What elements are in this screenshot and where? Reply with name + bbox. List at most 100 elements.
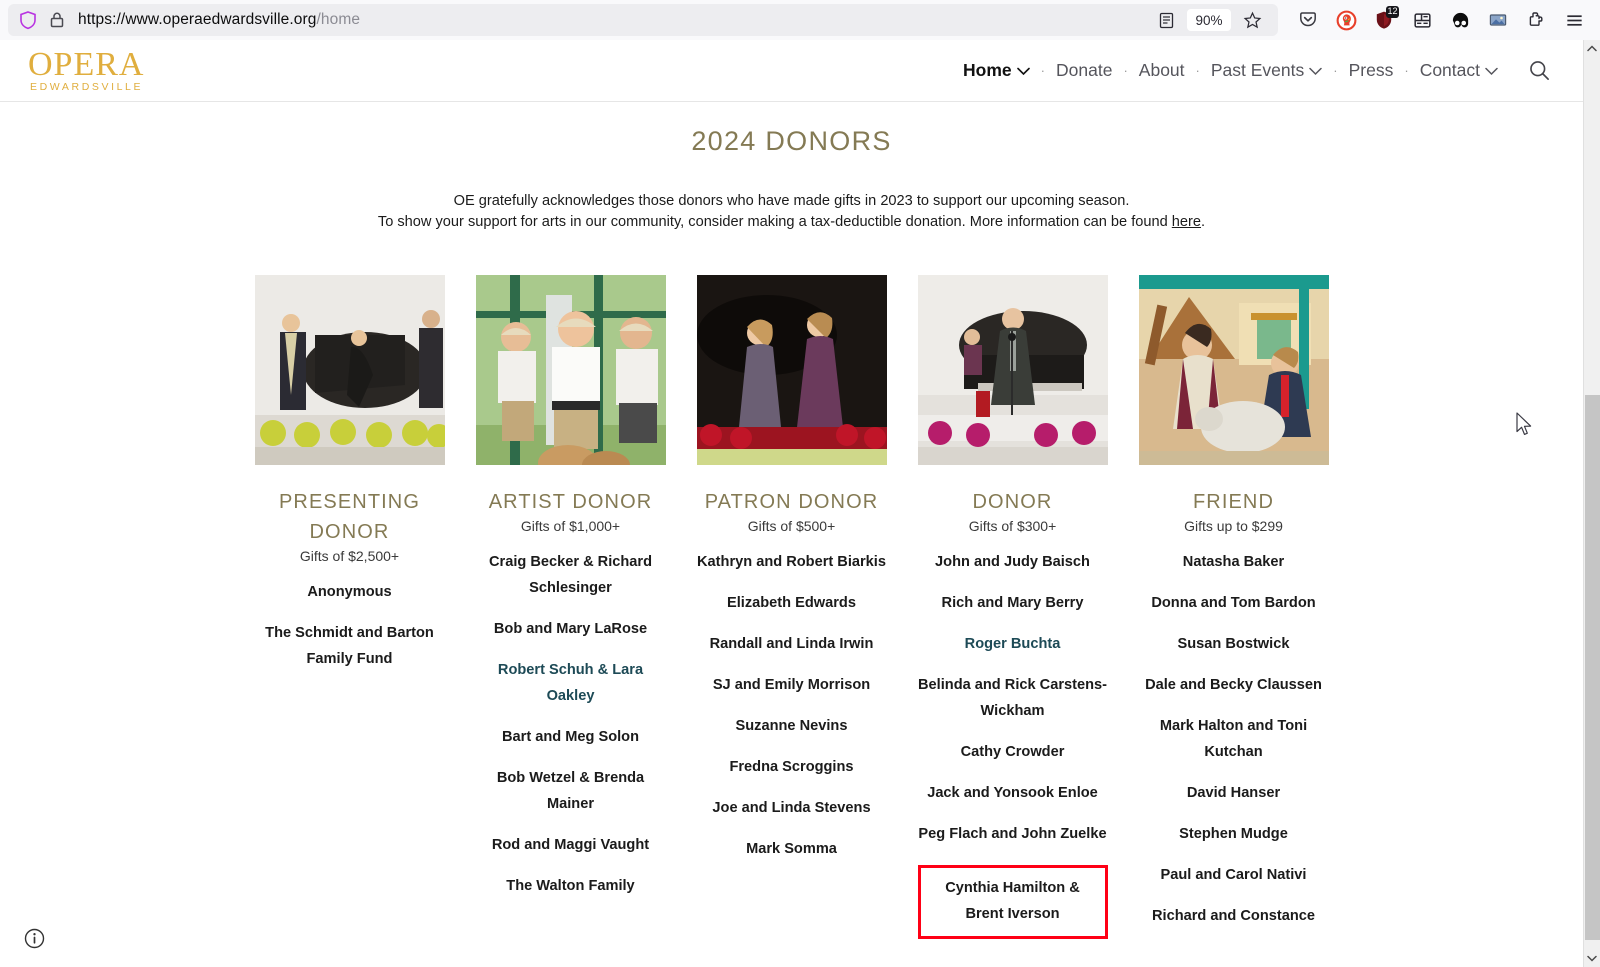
nav-label-press: Press <box>1348 60 1394 80</box>
donor-name: Peg Flach and John Zuelke <box>918 826 1107 842</box>
donor-column-artist: ARTIST DONOR Gifts of $1,000+ Craig Beck… <box>475 275 666 939</box>
donor-column-presenting: PRESENTING DONOR Gifts of $2,500+ Anonym… <box>254 275 445 939</box>
donor-name: Randall and Linda Irwin <box>709 636 874 652</box>
tier-gift: Gifts of $300+ <box>968 518 1057 534</box>
donor-name: Elizabeth Edwards <box>727 595 856 611</box>
here-link[interactable]: here <box>1172 214 1201 230</box>
donor-name-link[interactable]: Robert Schuh & Lara Oakley <box>476 657 666 709</box>
donor-name: Suzanne Nevins <box>735 718 848 734</box>
dark-reader-icon[interactable] <box>1444 5 1476 35</box>
nav-label-donate: Donate <box>1056 60 1113 80</box>
donor-name: Cathy Crowder <box>960 744 1065 760</box>
shield-icon[interactable] <box>18 10 38 30</box>
search-icon[interactable] <box>1526 59 1553 82</box>
baritone-singing-at-piano-photo <box>917 275 1108 465</box>
donor-name-link[interactable]: Roger Buchta <box>918 631 1108 657</box>
nav-item-past-events[interactable]: Past Events <box>1209 60 1324 81</box>
address-bar[interactable]: https://www.operaedwardsville.org/home 9… <box>8 4 1278 36</box>
chevron-down-icon[interactable] <box>1485 60 1498 81</box>
highlighted-donor-name: Cynthia Hamilton & Brent Iverson <box>917 865 1108 939</box>
nav-label-past-events: Past Events <box>1210 60 1305 80</box>
donor-name: Bob and Mary LaRose <box>493 621 648 637</box>
donor-name: SJ and Emily Morrison <box>712 677 871 693</box>
ublock-origin-icon[interactable]: 12 <box>1368 5 1400 35</box>
donor-name: Mark Somma <box>746 841 837 857</box>
tier-gift: Gifts of $1,000+ <box>520 518 621 534</box>
url-path: /home <box>316 11 361 28</box>
browser-toolbar: https://www.operaedwardsville.org/home 9… <box>0 0 1600 40</box>
nav-item-about[interactable]: About <box>1137 60 1187 81</box>
donor-name: Craig Becker & Richard Schlesinger <box>488 554 653 596</box>
donor-name: Joe and Linda Stevens <box>712 800 871 816</box>
tier-name: ARTIST DONOR <box>488 491 653 513</box>
scrollbar-thumb[interactable] <box>1585 395 1600 940</box>
page-scrollbar[interactable] <box>1583 40 1600 967</box>
zoom-level-button[interactable]: 90% <box>1187 9 1231 31</box>
logo-subtitle: EDWARDSVILLE <box>30 80 144 93</box>
donor-name: Susan Bostwick <box>1177 636 1290 652</box>
page-content: 2024 DONORS OE gratefully acknowledges t… <box>0 102 1583 939</box>
nav-label-contact: Contact <box>1419 60 1480 80</box>
main-navigation: Home · Donate · About · Past Events · Pr… <box>961 59 1553 82</box>
site-logo[interactable]: OPERA EDWARDSVILLE <box>28 47 178 93</box>
donor-column-donor: DONOR Gifts of $300+ John and Judy Baisc… <box>917 275 1108 939</box>
donor-name: Rod and Maggi Vaught <box>491 837 650 853</box>
chevron-down-icon[interactable] <box>1309 60 1323 81</box>
two-sopranos-on-stage-photo <box>696 275 887 465</box>
donor-name: Paul and Carol Nativi <box>1160 867 1307 883</box>
multi-account-containers-icon[interactable] <box>1406 5 1438 35</box>
intro-line-2-post: . <box>1201 214 1206 230</box>
nav-separator: · <box>1333 63 1338 78</box>
url-text: https://www.operaedwardsville.org/home <box>78 11 360 29</box>
extension-toolbar: 12 <box>1292 5 1592 35</box>
page-viewport: OPERA EDWARDSVILLE Home · Donate · About… <box>0 40 1583 967</box>
donor-column-friend: FRIEND Gifts up to $299 Natasha Baker Do… <box>1138 275 1329 939</box>
screenshot-extension-icon[interactable] <box>1482 5 1514 35</box>
chevron-down-icon[interactable] <box>1016 60 1030 81</box>
donor-name: Bob Wetzel & Brenda Mainer <box>496 770 645 812</box>
scroll-down-arrow-icon[interactable] <box>1584 950 1600 967</box>
page-title: 2024 DONORS <box>691 126 892 156</box>
url-host: https://www.operaedwardsville.org <box>78 11 317 28</box>
mouse-cursor <box>1516 412 1534 438</box>
nav-item-contact[interactable]: Contact <box>1418 60 1500 81</box>
donor-name: John and Judy Baisch <box>935 554 1090 570</box>
nav-item-press[interactable]: Press <box>1347 60 1396 81</box>
app-menu-icon[interactable] <box>1558 5 1590 35</box>
donor-name: The Schmidt and Barton Family Fund <box>265 625 434 667</box>
donor-name: Fredna Scroggins <box>729 759 854 775</box>
donor-name: Natasha Baker <box>1182 554 1285 570</box>
nav-separator: · <box>1040 63 1046 78</box>
donor-name: Bart and Meg Solon <box>501 729 640 745</box>
scroll-up-arrow-icon[interactable] <box>1584 40 1600 57</box>
tier-gift: Gifts up to $299 <box>1184 518 1283 534</box>
donor-name: Dale and Becky Claussen <box>1145 677 1322 693</box>
bookmark-star-icon[interactable] <box>1236 5 1268 35</box>
tier-gift: Gifts of $2,500+ <box>299 548 400 564</box>
donor-name: Donna and Tom Bardon <box>1151 595 1316 611</box>
performers-in-safari-hats-photo <box>475 275 666 465</box>
donor-columns: PRESENTING DONOR Gifts of $2,500+ Anonym… <box>0 275 1583 939</box>
nav-label-home: Home <box>963 60 1012 80</box>
intro-line-1: OE gratefully acknowledges those donors … <box>453 193 1130 209</box>
save-to-pocket-icon[interactable] <box>1292 5 1324 35</box>
extensions-puzzle-icon[interactable] <box>1520 5 1552 35</box>
site-header: OPERA EDWARDSVILLE Home · Donate · About… <box>0 40 1583 102</box>
nav-label-about: About <box>1138 60 1185 80</box>
donor-name: Stephen Mudge <box>1179 826 1288 842</box>
nav-separator: · <box>1123 63 1128 78</box>
reader-view-icon[interactable] <box>1150 5 1182 35</box>
donor-name: Kathryn and Robert Biarkis <box>697 554 886 570</box>
info-circle-icon[interactable] <box>24 928 45 949</box>
donor-column-patron: PATRON DONOR Gifts of $500+ Kathryn and … <box>696 275 887 939</box>
nav-item-home[interactable]: Home <box>961 60 1032 81</box>
nav-separator: · <box>1404 63 1409 78</box>
address-bar-actions: 90% <box>1140 5 1268 35</box>
lock-icon[interactable] <box>48 11 66 29</box>
duckduckgo-privacy-icon[interactable] <box>1330 5 1362 35</box>
tier-name: FRIEND <box>1192 491 1275 513</box>
tier-name: PRESENTING DONOR <box>278 491 421 543</box>
nav-separator: · <box>1195 63 1200 78</box>
nav-item-donate[interactable]: Donate <box>1054 60 1114 81</box>
intro-line-2: To show your support for arts in our com… <box>0 212 1583 233</box>
